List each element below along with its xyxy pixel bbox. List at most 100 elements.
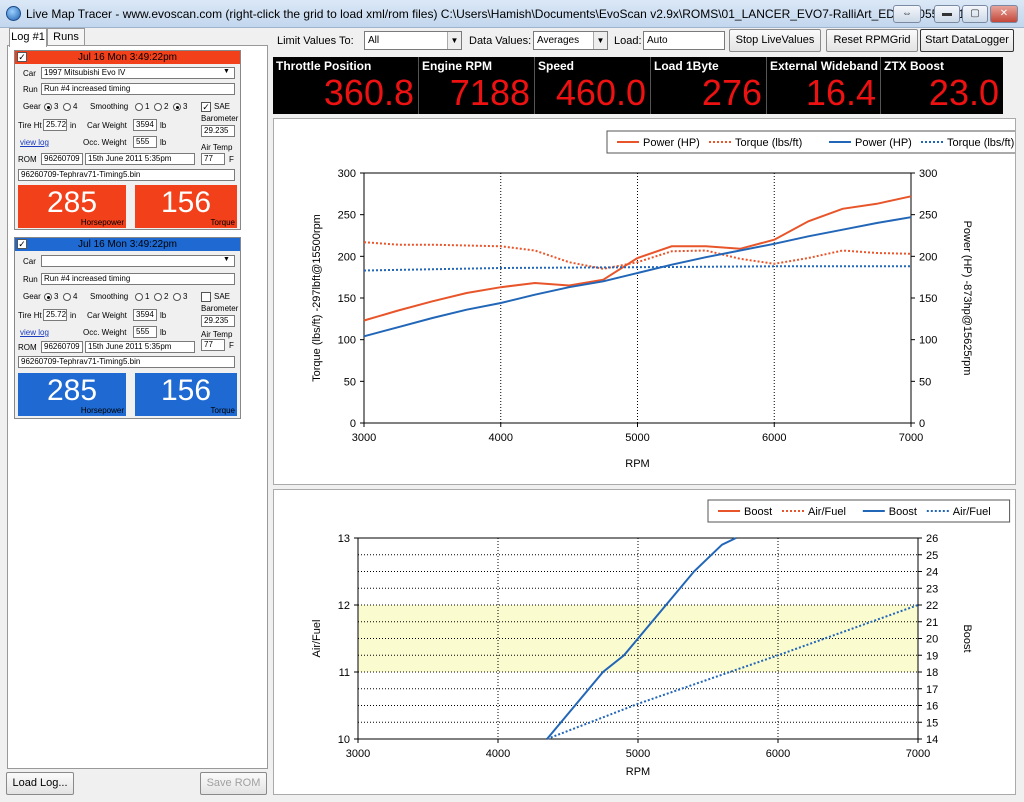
air-temp-unit: F — [229, 341, 234, 350]
smoothing-radio-2[interactable] — [154, 293, 162, 301]
legend-entry: Air/Fuel — [953, 506, 991, 518]
reset-rpm-grid-button[interactable]: Reset RPMGrid — [826, 29, 918, 52]
chevron-down-icon[interactable]: ▼ — [223, 256, 230, 263]
tab-runs[interactable]: Runs — [47, 28, 85, 46]
data-values-select[interactable]: Averages ▼ — [533, 31, 608, 50]
run-name-field[interactable]: Run #4 increased timing — [41, 83, 235, 95]
save-rom-button[interactable]: Save ROM — [200, 772, 267, 795]
gear-radio-3[interactable] — [44, 103, 52, 111]
tire-height-field[interactable]: 25.72 — [43, 119, 67, 131]
chevron-down-icon[interactable]: ▼ — [447, 32, 461, 49]
car-weight-field[interactable]: 3594 — [133, 119, 157, 131]
air-temp-field[interactable]: 77 — [201, 153, 225, 165]
stop-live-values-button[interactable]: Stop LiveValues — [729, 29, 821, 52]
maximize-button[interactable]: ▢ — [962, 5, 988, 23]
smoothing-radio-3[interactable] — [173, 293, 181, 301]
gear-radio-4[interactable] — [63, 293, 71, 301]
tab-log1[interactable]: Log #1 — [9, 28, 47, 47]
power-torque-chart-panel[interactable]: 3000 4000 5000 6000 7000 0 0 50 50 100 100 150 150 20… — [273, 118, 1024, 485]
y-tick-label-left: 11 — [339, 667, 350, 679]
torque-caption: Torque — [210, 406, 235, 415]
run-card-1: Jul 16 Mon 3:49:22pm ✓ Car 1997 Mitsubis… — [14, 50, 241, 230]
car-select[interactable]: 1997 Mitsubishi Evo IV — [41, 67, 235, 79]
barometer-label: Barometer — [201, 304, 239, 313]
y-tick-label-left: 13 — [338, 533, 350, 545]
car-select[interactable] — [41, 255, 235, 267]
load-input[interactable]: Auto — [643, 31, 725, 50]
x-axis-label: RPM — [626, 766, 650, 778]
gear-radio-3[interactable] — [44, 293, 52, 301]
y-tick-label-right: 150 — [919, 293, 937, 305]
rom-file-field[interactable]: 96260709-Tephrav71-Timing5.bin — [18, 356, 235, 368]
sae-checkbox[interactable] — [201, 292, 211, 302]
rom-date-field: 15th June 2011 5:35pm — [85, 341, 195, 353]
smoothing-3-label: 3 — [183, 102, 188, 111]
power-torque-chart[interactable]: 3000 4000 5000 6000 7000 0 0 50 50 100 100 150 150 20… — [274, 119, 1024, 484]
run-visible-checkbox[interactable]: ✓ — [17, 52, 27, 62]
smoothing-label: Smoothing — [90, 292, 129, 301]
minimize-button[interactable]: ▬ — [934, 5, 960, 23]
y-tick-label-right: 25 — [926, 550, 938, 562]
x-tick-label: 4000 — [486, 748, 510, 760]
smoothing-radio-1[interactable] — [135, 293, 143, 301]
live-gauges-strip: Throttle Position 360.8 Engine RPM 7188 … — [273, 57, 1003, 114]
occ-weight-unit: lb — [160, 328, 167, 337]
view-log-link[interactable]: view log — [20, 328, 49, 337]
y-tick-label-right: 250 — [919, 210, 937, 222]
occ-weight-field[interactable]: 555 — [133, 326, 157, 338]
weight-label: Car Weight — [87, 311, 127, 320]
y-tick-label-right: 26 — [926, 533, 938, 545]
y-tick-label-right: 24 — [926, 567, 938, 579]
y-tick-label-left: 150 — [338, 293, 356, 305]
y-tick-label-left: 12 — [338, 600, 350, 612]
y-tick-label-left: 10 — [338, 734, 350, 746]
occ-weight-field[interactable]: 555 — [133, 136, 157, 148]
tire-unit: in — [70, 121, 77, 130]
legend-entry: Power (HP) — [643, 137, 700, 149]
rom-id-field[interactable]: 96260709 — [41, 341, 83, 353]
tire-height-field[interactable]: 25.72 — [43, 309, 67, 321]
air-temp-field[interactable]: 77 — [201, 339, 225, 351]
run-visible-checkbox[interactable]: ✓ — [17, 239, 27, 249]
sae-checkbox[interactable]: ✓ — [201, 102, 211, 112]
barometer-field[interactable]: 29.235 — [201, 125, 235, 137]
gear-radio-4[interactable] — [63, 103, 71, 111]
boost-afr-chart-panel[interactable]: 14 15 16 17 18 19 20 21 22 23 24 25 26 3000 4000 5000 60… — [273, 489, 1016, 795]
barometer-field[interactable]: 29.235 — [201, 315, 235, 327]
occ-weight-label: Occ. Weight — [83, 328, 127, 337]
y-tick-label-right: 19 — [926, 650, 938, 662]
smoothing-radio-3[interactable] — [173, 103, 181, 111]
car-weight-field[interactable]: 3594 — [133, 309, 157, 321]
chevron-down-icon[interactable]: ▼ — [593, 32, 607, 49]
y-axis-label-left: Torque (lbs/ft) -297lbft@15500rpm — [311, 214, 323, 382]
x-tick-label: 6000 — [766, 748, 790, 760]
load-log-button[interactable]: Load Log... — [6, 772, 74, 795]
y-tick-label-right: 18 — [926, 667, 938, 679]
x-tick-label: 6000 — [762, 432, 786, 444]
x-tick-label: 7000 — [899, 432, 923, 444]
restore-icon[interactable]: ⇔ — [893, 5, 921, 23]
y-axis-label-left: Air/Fuel — [311, 620, 323, 658]
boost-afr-chart[interactable]: 14 15 16 17 18 19 20 21 22 23 24 25 26 3000 4000 5000 60… — [274, 490, 1015, 794]
x-tick-label: 4000 — [489, 432, 513, 444]
rom-file-field[interactable]: 96260709-Tephrav71-Timing5.bin — [18, 169, 235, 181]
smoothing-radio-2[interactable] — [154, 103, 162, 111]
weight-unit: lb — [160, 311, 167, 320]
start-datalogger-button[interactable]: Start DataLogger — [920, 29, 1014, 52]
y-tick-label-left: 100 — [338, 335, 356, 347]
gauge-label: External Wideband — [770, 59, 878, 73]
run-label: Run — [23, 275, 38, 284]
rom-id-field[interactable]: 96260709 — [41, 153, 83, 165]
gear-3-label: 3 — [54, 292, 59, 301]
view-log-link[interactable]: view log — [20, 138, 49, 147]
chevron-down-icon[interactable]: ▼ — [223, 68, 230, 75]
x-tick-label: 5000 — [626, 748, 650, 760]
y-tick-label-right: 300 — [919, 168, 937, 180]
run-name-field[interactable]: Run #4 increased timing — [41, 273, 235, 285]
smoothing-1-label: 1 — [145, 102, 150, 111]
close-button[interactable]: ✕ — [990, 5, 1018, 23]
gauge-load-1byte: Load 1Byte 276 — [651, 57, 767, 114]
limit-values-select[interactable]: All ▼ — [364, 31, 462, 50]
gauge-label: Throttle Position — [276, 59, 372, 73]
smoothing-radio-1[interactable] — [135, 103, 143, 111]
